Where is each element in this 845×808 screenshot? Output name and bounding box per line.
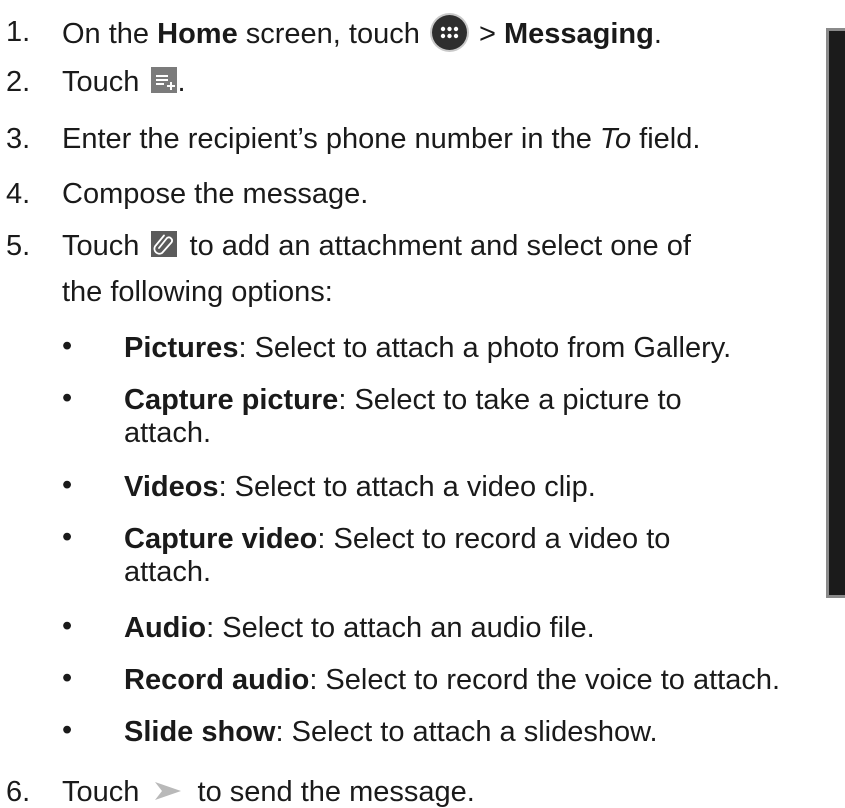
option-term: Capture picture [124, 384, 339, 416]
bullet: • [62, 610, 73, 642]
messaging-label: Messaging [503, 18, 654, 51]
phone-screenshot-image [826, 28, 845, 598]
paperclip-attach-icon [151, 231, 178, 258]
step-number: 4. [6, 178, 31, 210]
apps-launcher-icon [431, 15, 467, 50]
step-text: to send the message. [189, 776, 475, 808]
option-term: Audio [124, 612, 207, 644]
option-term: Capture video [124, 523, 318, 555]
home-label: Home [157, 18, 238, 51]
step-text: Enter the recipient’s phone number in th… [62, 123, 600, 155]
bullet: • [62, 330, 73, 362]
step-text: > [470, 18, 504, 51]
step-number: 3. [6, 123, 31, 155]
option-desc: : Select to attach a photo from Gallery. [238, 332, 732, 364]
bullet: • [62, 662, 73, 694]
option-desc-cont: attach. [124, 556, 212, 589]
new-message-icon [151, 67, 178, 94]
option-desc: : Select to take a picture to [338, 384, 682, 416]
bullet: • [62, 469, 73, 501]
step-text: On the [62, 18, 158, 51]
option-term: Slide show [124, 716, 276, 748]
step-text: Touch [62, 776, 148, 808]
to-field-label: To [599, 123, 632, 155]
option-desc-cont: attach. [124, 417, 212, 450]
step-number: 1. [6, 16, 31, 48]
option-term: Record audio [124, 664, 310, 696]
bullet: • [62, 714, 73, 746]
step-number: 6. [6, 776, 31, 808]
option-desc: : Select to attach a video clip. [218, 471, 596, 503]
option-term: Pictures [124, 332, 239, 364]
step-text: screen, touch [237, 18, 428, 51]
bullet: • [62, 382, 73, 414]
step-text: to add an attachment and select one of [181, 230, 691, 262]
send-arrow-icon [153, 779, 183, 801]
bullet: • [62, 521, 73, 553]
option-desc: : Select to record a video to [317, 523, 671, 555]
step-text: Touch [62, 66, 148, 98]
step-number: 2. [6, 66, 31, 98]
step-text: Touch [62, 230, 148, 262]
option-desc: : Select to record the voice to attach. [309, 664, 781, 696]
option-desc: : Select to attach a slideshow. [275, 716, 658, 748]
step-number: 5. [6, 230, 31, 262]
option-desc: : Select to attach an audio file. [206, 612, 595, 644]
option-term: Videos [124, 471, 219, 503]
step-text: Compose the message. [62, 178, 369, 210]
